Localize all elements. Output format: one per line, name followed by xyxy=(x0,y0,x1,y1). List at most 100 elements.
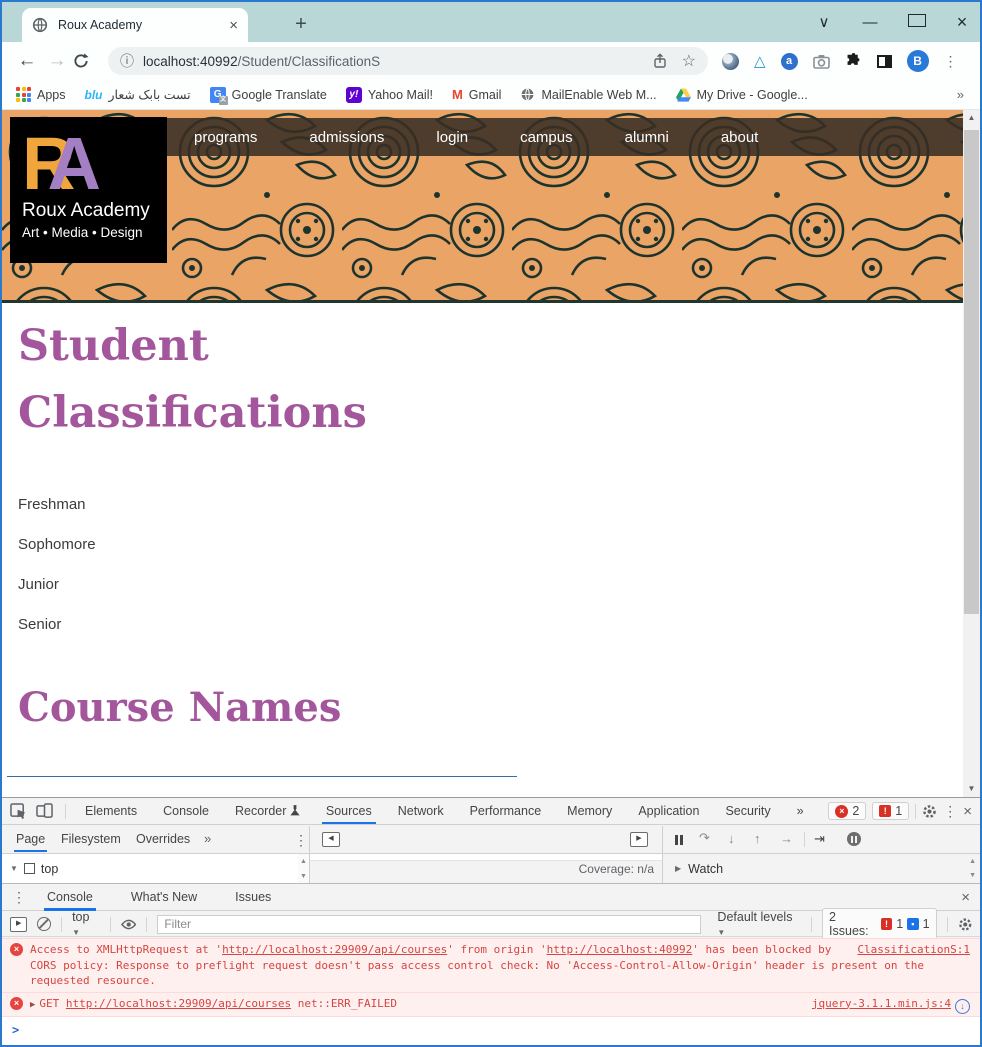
sources-tab-overrides[interactable]: Overrides xyxy=(134,826,192,852)
devtools-tab-elements[interactable]: Elements xyxy=(81,798,141,824)
editor-pane[interactable]: Coverage: n/a xyxy=(310,854,662,883)
devtools-tab-recorder[interactable]: Recorder xyxy=(231,798,304,824)
new-tab-button[interactable]: + xyxy=(288,12,314,38)
url-bar[interactable]: ⓘ localhost:40992 /Student/Classificatio… xyxy=(108,47,708,75)
bookmark-star-icon[interactable]: ☆ xyxy=(682,51,696,71)
translator-extension-icon[interactable]: △ xyxy=(754,52,766,70)
drawer-tab-whats-new[interactable]: What's New xyxy=(128,884,200,911)
navigator-scrollbar[interactable]: ▲▼ xyxy=(298,854,309,883)
console-errors-badge[interactable]: ×2 xyxy=(828,802,866,820)
console-filter-input[interactable] xyxy=(157,915,701,934)
forward-button[interactable]: → xyxy=(42,50,72,72)
watch-expand-icon[interactable]: ▶ xyxy=(675,864,681,873)
window-close-button[interactable]: × xyxy=(954,12,970,33)
scrollbar-up-icon[interactable]: ▲ xyxy=(963,110,980,126)
browser-menu-icon[interactable]: ⋮ xyxy=(944,53,958,70)
drawer-menu-icon[interactable]: ⋮ xyxy=(12,889,26,906)
console-prompt[interactable]: > xyxy=(2,1017,980,1043)
assistant-extension-icon[interactable]: a xyxy=(781,53,798,70)
error-origin-link[interactable]: http://localhost:40992 xyxy=(547,943,693,956)
bookmark-gmail[interactable]: M Gmail xyxy=(452,87,502,102)
devtools-close-icon[interactable]: × xyxy=(963,803,972,820)
scrollbar-thumb[interactable] xyxy=(964,130,979,614)
nav-programs[interactable]: programs xyxy=(194,129,257,146)
page-scrollbar[interactable]: ▲ ▼ xyxy=(963,110,980,797)
drawer-tab-console[interactable]: Console xyxy=(44,884,96,911)
nav-about[interactable]: about xyxy=(721,129,759,146)
console-settings-gear-icon[interactable] xyxy=(958,917,973,932)
nav-login[interactable]: login xyxy=(436,129,468,146)
expand-triangle-icon[interactable]: ▶ xyxy=(30,1000,35,1010)
step-into-icon[interactable]: ↓ xyxy=(728,831,735,846)
step-icon[interactable]: → xyxy=(780,831,793,846)
sources-tab-page[interactable]: Page xyxy=(14,826,47,852)
bookmark-google-translate[interactable]: G文 Google Translate xyxy=(210,87,327,103)
extensions-puzzle-icon[interactable] xyxy=(845,53,862,70)
download-manager-extension-icon[interactable] xyxy=(722,53,739,70)
console-context-selector[interactable]: top ▼ xyxy=(72,910,100,938)
nav-admissions[interactable]: admissions xyxy=(309,129,384,146)
site-info-icon[interactable]: ⓘ xyxy=(120,51,134,71)
reload-button[interactable] xyxy=(72,52,102,70)
inspect-element-icon[interactable] xyxy=(10,803,27,819)
pause-on-exceptions-icon[interactable] xyxy=(847,832,861,846)
devtools-settings-gear-icon[interactable] xyxy=(922,804,937,819)
console-sidebar-icon[interactable]: ▶ xyxy=(10,917,27,932)
back-button[interactable]: ← xyxy=(12,50,42,72)
window-minimize-button[interactable]: — xyxy=(862,14,878,31)
bookmark-yahoo-mail[interactable]: y! Yahoo Mail! xyxy=(346,87,433,103)
nav-campus[interactable]: campus xyxy=(520,129,573,146)
bookmark-persian[interactable]: blu تست بابک شعار xyxy=(85,87,191,102)
scrollbar-down-icon[interactable]: ▼ xyxy=(963,781,980,797)
frame-tree[interactable]: ▼ top xyxy=(2,854,298,883)
error-url-link[interactable]: http://localhost:29909/api/courses xyxy=(222,943,447,956)
show-debugger-sidebar-icon[interactable]: ▶ xyxy=(630,832,648,847)
side-panel-icon[interactable] xyxy=(877,55,892,68)
drawer-tab-issues[interactable]: Issues xyxy=(232,884,274,911)
bookmarks-overflow-chevron[interactable]: » xyxy=(957,87,964,102)
deactivate-breakpoints-icon[interactable]: ⇥ xyxy=(814,831,825,847)
drawer-close-icon[interactable]: × xyxy=(961,889,970,906)
hide-navigator-icon[interactable]: ◀ xyxy=(322,832,340,847)
clear-console-icon[interactable] xyxy=(37,917,51,931)
error-source-link[interactable]: ClassificationS:1 xyxy=(857,942,970,958)
tree-expand-icon[interactable]: ▼ xyxy=(10,864,18,873)
screenshot-camera-icon[interactable] xyxy=(813,54,830,69)
devtools-tab-performance[interactable]: Performance xyxy=(466,798,546,824)
nav-alumni[interactable]: alumni xyxy=(625,129,669,146)
browser-tab[interactable]: Roux Academy × xyxy=(22,8,248,42)
bookmark-my-drive[interactable]: My Drive - Google... xyxy=(676,88,808,102)
devtools-menu-icon[interactable]: ⋮ xyxy=(943,803,957,820)
log-levels-selector[interactable]: Default levels ▼ xyxy=(717,910,801,938)
tab-close-icon[interactable]: × xyxy=(229,17,238,34)
apps-shortcut[interactable]: Apps xyxy=(16,87,66,102)
devtools-tab-memory[interactable]: Memory xyxy=(563,798,616,824)
issues-summary[interactable]: 2 Issues: !1 ▪1 xyxy=(822,908,937,940)
devtools-tab-sources[interactable]: Sources xyxy=(322,798,376,824)
console-error-get-failed[interactable]: × jquery-3.1.1.min.js:4↓ ▶GET http://loc… xyxy=(2,993,980,1018)
issues-badge[interactable]: !1 xyxy=(872,802,909,820)
devtools-tab-security[interactable]: Security xyxy=(721,798,774,824)
devtools-tab-application[interactable]: Application xyxy=(634,798,703,824)
devtools-tabs-overflow[interactable]: » xyxy=(793,798,808,824)
live-expression-eye-icon[interactable] xyxy=(121,919,136,930)
navigator-menu-icon[interactable]: ⋮ xyxy=(294,832,308,849)
sources-tabs-overflow[interactable]: » xyxy=(202,826,213,852)
window-menu-chevron-icon[interactable]: ∨ xyxy=(816,13,832,31)
sources-tab-filesystem[interactable]: Filesystem xyxy=(59,826,123,852)
error-source-link[interactable]: jquery-3.1.1.min.js:4 xyxy=(812,997,951,1010)
step-out-icon[interactable]: ↑ xyxy=(754,831,761,846)
watch-scrollbar[interactable]: ▲▼ xyxy=(969,858,976,879)
site-logo[interactable]: RA Roux Academy Art • Media • Design xyxy=(10,117,167,263)
console-error-cors[interactable]: × ClassificationS:1 Access to XMLHttpReq… xyxy=(2,938,980,993)
device-toolbar-icon[interactable] xyxy=(36,803,53,819)
devtools-tab-console[interactable]: Console xyxy=(159,798,213,824)
profile-avatar[interactable]: B xyxy=(907,50,929,72)
window-maximize-button[interactable] xyxy=(908,14,924,31)
request-initiator-icon[interactable]: ↓ xyxy=(955,999,970,1014)
devtools-tab-network[interactable]: Network xyxy=(394,798,448,824)
watch-section[interactable]: ▶ Watch ▲▼ xyxy=(663,854,980,883)
pause-script-icon[interactable] xyxy=(674,834,684,848)
step-over-icon[interactable]: ↷ xyxy=(699,830,710,846)
share-icon[interactable] xyxy=(652,53,668,69)
